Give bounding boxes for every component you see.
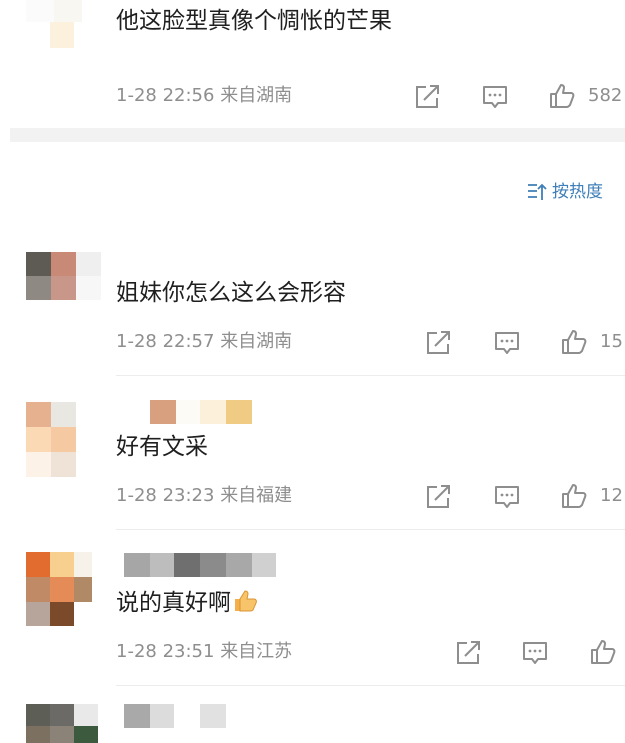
username[interactable] [124, 704, 226, 728]
like-count: 12 [600, 485, 623, 506]
comment-text: 好有文采 [116, 434, 208, 460]
reply-icon [523, 642, 547, 664]
comment-meta: 1-28 22:57 来自湖南 [116, 333, 292, 351]
share-button[interactable] [454, 639, 482, 667]
divider [116, 375, 625, 376]
avatar[interactable] [26, 704, 98, 743]
divider [116, 685, 625, 686]
like-count: 582 [588, 85, 623, 106]
like-button[interactable] [589, 638, 617, 666]
share-icon [457, 641, 480, 664]
like-icon [591, 640, 616, 664]
comment-time: 1-28 22:57 [116, 331, 215, 352]
comment-text: 姐妹你怎么这么会形容 [116, 280, 346, 306]
avatar[interactable] [26, 552, 92, 626]
sort-icon [528, 183, 547, 200]
share-button[interactable] [413, 83, 441, 111]
share-icon [427, 331, 450, 354]
like-button[interactable] [560, 482, 588, 510]
comment-location: 来自江苏 [220, 641, 293, 662]
reply-icon [483, 86, 507, 108]
reply-icon [495, 332, 519, 354]
share-icon [416, 85, 439, 108]
reply-button[interactable] [493, 483, 521, 511]
reply-button[interactable] [521, 639, 549, 667]
comment-text: 他这脸型真像个惆怅的芒果 [116, 8, 392, 34]
like-count: 15 [600, 331, 623, 352]
share-button[interactable] [424, 483, 452, 511]
comment-location: 来自湖南 [220, 331, 293, 352]
avatar[interactable] [26, 252, 101, 300]
username[interactable] [150, 400, 252, 424]
comment-text-content: 说的真好啊 [116, 590, 231, 616]
like-icon [550, 84, 575, 108]
comment-time: 1-28 23:51 [116, 641, 215, 662]
sort-label: 按热度 [552, 181, 603, 202]
share-button[interactable] [424, 329, 452, 357]
like-icon [562, 484, 587, 508]
reply-button[interactable] [493, 329, 521, 357]
comment-meta: 1-28 23:51 来自江苏 [116, 643, 292, 661]
comment-meta: 1-28 22:56 来自湖南 [116, 87, 292, 105]
divider [116, 529, 625, 530]
comment-text: 说的真好啊 [116, 590, 257, 617]
comment-time: 1-28 22:56 [116, 85, 215, 106]
like-button[interactable] [560, 328, 588, 356]
reply-button[interactable] [481, 83, 509, 111]
section-divider [10, 128, 625, 142]
like-icon [562, 330, 587, 354]
share-icon [427, 485, 450, 508]
comment-time: 1-28 23:23 [116, 485, 215, 506]
avatar[interactable] [26, 0, 82, 50]
reply-icon [495, 486, 519, 508]
comment-meta: 1-28 23:23 来自福建 [116, 487, 292, 505]
username[interactable] [124, 553, 276, 577]
like-button[interactable] [548, 82, 576, 110]
comment-location: 来自湖南 [220, 85, 293, 106]
thumbs-up-emoji [233, 590, 257, 617]
comment-location: 来自福建 [220, 485, 293, 506]
sort-by-hot-button[interactable]: 按热度 [526, 180, 603, 204]
avatar[interactable] [26, 402, 76, 477]
